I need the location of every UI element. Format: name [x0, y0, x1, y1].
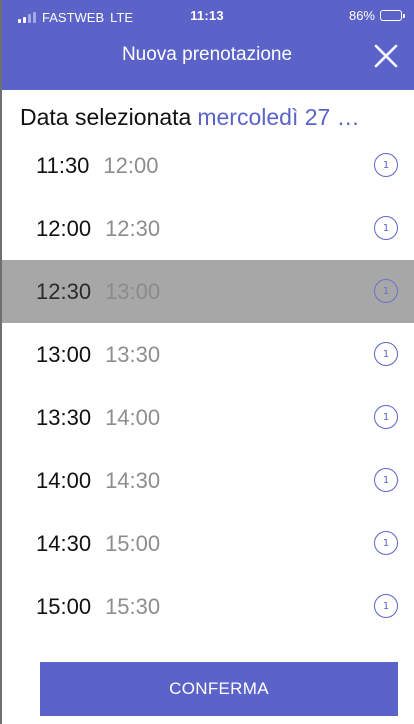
battery-percent: 86%: [348, 8, 375, 23]
app-screen: FASTWEB LTE 11:13 86% Nuova prenotazione…: [0, 0, 414, 724]
slot-start-time: 13:00: [36, 341, 92, 367]
slot-end-time: 13:00: [105, 278, 161, 304]
slot-availability-badge: 1: [374, 279, 398, 303]
confirm-button[interactable]: CONFERMA: [40, 662, 398, 716]
slot-availability-badge: 1: [374, 216, 398, 240]
status-right: 86%: [348, 8, 405, 23]
slot-start-time: 13:30: [36, 404, 92, 430]
slot-end-time: 12:30: [105, 215, 161, 241]
slot-availability-badge: 1: [374, 594, 398, 618]
slot-end-time: 14:00: [105, 404, 161, 430]
slot-start-time: 11:30: [36, 152, 90, 178]
time-slot-1500[interactable]: 15:00 15:30 1: [0, 575, 414, 638]
close-button[interactable]: [372, 42, 400, 70]
slot-end-time: 15:30: [105, 593, 161, 619]
slot-end-time: 15:00: [105, 530, 161, 556]
slot-availability-badge: 1: [374, 153, 398, 177]
slot-start-time: 14:30: [36, 530, 92, 556]
slot-end-time: 13:30: [105, 341, 161, 367]
slot-start-time: 12:00: [36, 215, 92, 241]
screen-border: [0, 0, 2, 724]
slot-start-time: 14:00: [36, 467, 92, 493]
time-slot-1130[interactable]: 11:30 12:00 1: [0, 134, 414, 197]
header-bar: FASTWEB LTE 11:13 86% Nuova prenotazione: [0, 0, 414, 90]
selected-date-value: mercoledì 27 maggio: [197, 103, 378, 130]
close-icon: [374, 44, 398, 68]
time-slot-1200[interactable]: 12:00 12:30 1: [0, 197, 414, 260]
time-slot-1300[interactable]: 13:00 13:30 1: [0, 323, 414, 386]
selected-date-label: Data selezionata: [20, 103, 192, 130]
time-slot-1230[interactable]: 12:30 13:00 1: [0, 260, 414, 323]
slot-availability-badge: 1: [374, 342, 398, 366]
slot-availability-badge: 1: [374, 468, 398, 492]
slot-start-time: 15:00: [36, 593, 92, 619]
slot-availability-badge: 1: [374, 531, 398, 555]
slot-availability-badge: 1: [374, 405, 398, 429]
slot-end-time: 14:30: [105, 467, 161, 493]
slot-start-time: 12:30: [36, 278, 92, 304]
time-slot-1430[interactable]: 14:30 15:00 1: [0, 512, 414, 575]
slot-end-time: 12:00: [103, 152, 159, 178]
time-slot-1400[interactable]: 14:00 14:30 1: [0, 449, 414, 512]
battery-icon: [380, 10, 405, 21]
time-slot-list: 11:30 12:00 1 12:00 12:30 1 12:30 13:00 …: [0, 134, 414, 638]
page-title: Nuova prenotazione: [121, 44, 293, 65]
status-bar: FASTWEB LTE 11:13 86%: [0, 0, 414, 34]
time-slot-1330[interactable]: 13:30 14:00 1: [0, 386, 414, 449]
